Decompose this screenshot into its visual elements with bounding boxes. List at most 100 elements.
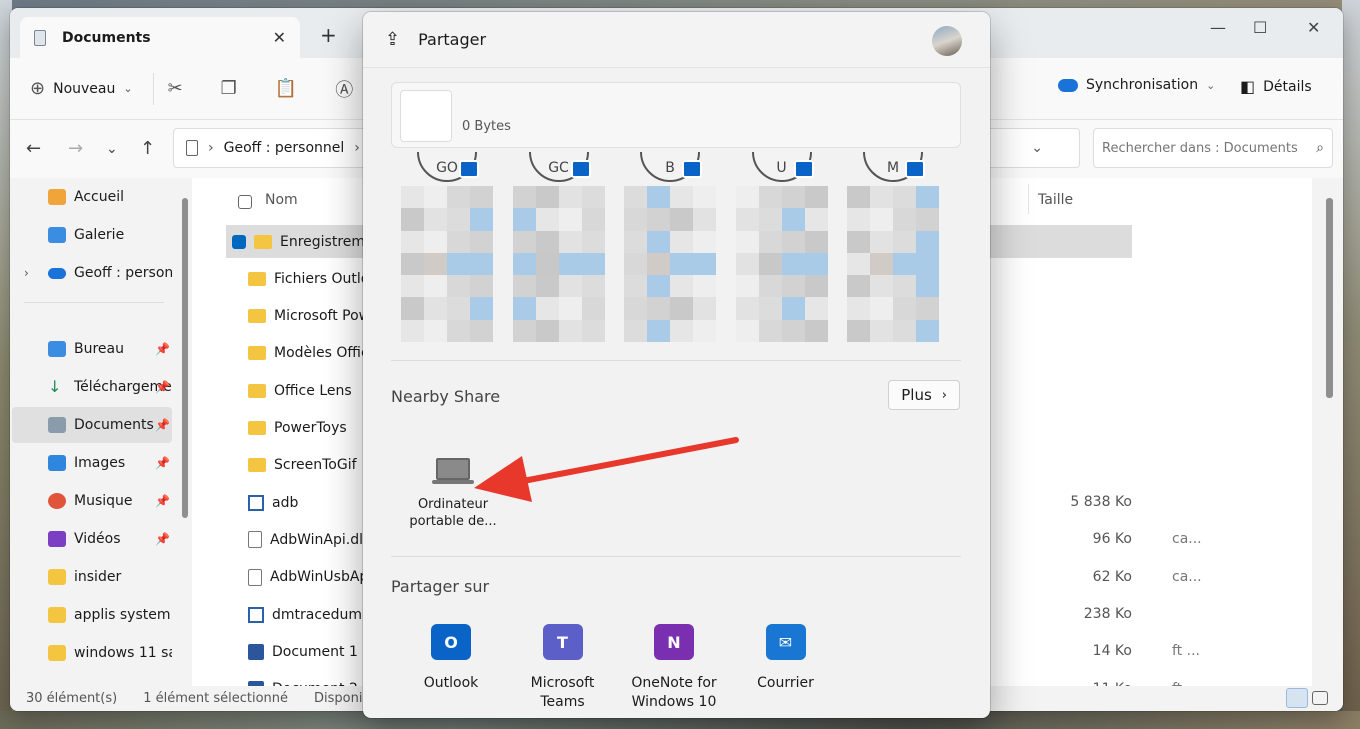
sidebar-item-musique[interactable]: Musique 📌 [12,483,172,519]
search-icon[interactable]: ⌕ [1316,140,1324,156]
blur-pixel [693,230,716,253]
sidebar-item-applis-system[interactable]: applis system [12,597,172,633]
back-arrow-icon[interactable]: ← [26,138,41,159]
blur-pixel [558,297,582,320]
blur-pixel [470,208,493,231]
up-arrow-icon[interactable]: ↑ [140,138,155,159]
pin-icon[interactable]: 📌 [155,494,170,508]
copy-icon[interactable]: ❐ [221,78,237,99]
file-type-truncated: ca... [1172,531,1202,548]
sidebar-item-images[interactable]: Images 📌 [12,445,172,481]
expand-chevron-icon[interactable]: › [24,266,29,280]
file-list-scrollbar[interactable] [1326,198,1333,398]
share-title: Partager [418,30,487,49]
search-box[interactable]: ⌕ [1093,128,1333,168]
minimize-icon[interactable]: — [1210,18,1226,37]
sidebar-item-label: Galerie [74,227,125,243]
blur-pixel [693,275,716,298]
row-checkbox[interactable] [232,234,246,249]
file-name: ScreenToGif [274,457,357,474]
blur-pixel [735,319,759,342]
blur-pixel [735,208,759,231]
desktop-icon [48,341,66,357]
share-dialog: ⇪ Partager 0 Bytes GO GC B U M Nearby Share … [363,12,990,718]
sidebar-divider [24,302,164,303]
sidebar-item-documents[interactable]: Documents 📌 [12,407,172,443]
column-header-size[interactable]: Taille [1038,192,1073,208]
blur-pixel [781,186,805,209]
pin-icon[interactable]: 📌 [155,456,170,470]
device-label-line2: portable de... [409,514,497,529]
details-view-icon[interactable] [1286,688,1308,708]
gallery-icon [48,227,66,243]
blur-pixel [870,252,893,276]
blur-pixel [470,186,493,209]
blur-pixel [670,297,693,320]
app-logo-icon: ✉ [765,624,806,660]
blur-pixel [916,275,939,298]
nearby-device[interactable]: Ordinateur portable de... [403,458,503,530]
blur-pixel [470,319,493,342]
search-input[interactable] [1102,140,1317,156]
pin-icon[interactable]: 📌 [155,342,170,356]
share-app-microsoft[interactable]: T Microsoft Teams [508,624,618,712]
blur-pixel [758,275,782,298]
maximize-icon[interactable]: ☐ [1253,18,1267,37]
new-button[interactable]: ⊕ Nouveau ⌄ [30,78,133,99]
breadcrumb-item[interactable]: Geoff : personnel [224,140,345,156]
avatar[interactable] [932,26,962,56]
contact-suggestion[interactable]: U [735,152,828,342]
blur-pixel [758,208,782,231]
close-window-icon[interactable]: ✕ [1307,18,1320,37]
sidebar-item-videos[interactable]: Vidéos 📌 [12,521,172,557]
sidebar-item-accueil[interactable]: Accueil [12,179,172,215]
sidebar-item-galerie[interactable]: Galerie [12,217,172,253]
blur-pixel [735,297,759,320]
paste-icon[interactable]: 📋 [275,78,297,99]
cut-icon[interactable]: ✂ [168,78,183,99]
blur-pixel [670,208,693,231]
contact-suggestion[interactable]: GO [401,152,493,342]
pin-icon[interactable]: 📌 [155,418,170,432]
blur-pixel [581,252,605,276]
more-button[interactable]: Plus › [888,380,960,410]
contact-suggestion[interactable]: GC [512,152,605,342]
sidebar-item-windows-11[interactable]: windows 11 san [12,635,172,671]
forward-arrow-icon[interactable]: → [68,138,83,159]
sidebar-item-insider[interactable]: insider [12,559,172,595]
sync-label: Synchronisation [1086,77,1199,93]
sidebar-item-telechargements[interactable]: ↓ Téléchargeme 📌 [12,369,172,405]
select-all-checkbox[interactable] [238,195,252,209]
blur-pixel [401,186,424,209]
rename-icon[interactable]: Ⓐ [335,76,353,102]
music-icon [48,493,66,509]
file-thumbnail [400,90,452,142]
address-dropdown-icon[interactable]: ⌄ [1031,140,1043,156]
pin-icon[interactable]: 📌 [155,532,170,546]
pin-icon[interactable]: 📌 [155,380,170,394]
share-app-courrier[interactable]: ✉ Courrier [731,624,841,693]
contact-suggestion[interactable]: M [847,152,939,342]
contact-suggestion[interactable]: B [624,152,716,342]
blur-pixel [512,297,536,320]
sidebar-scrollbar[interactable] [182,198,188,518]
blur-pixel [581,275,605,298]
share-app-onenote-for[interactable]: N OneNote for Windows 10 [619,624,729,712]
application-icon [248,494,264,511]
blur-pixel [512,275,536,298]
column-header-name[interactable]: Nom [265,192,298,208]
new-tab-icon[interactable]: + [320,23,337,47]
sidebar-item-onedrive[interactable]: › Geoff : personne [12,255,172,291]
nearby-share-title: Nearby Share [391,387,501,406]
blur-pixel [624,319,647,342]
recent-chevron-icon[interactable]: ⌄ [106,141,118,157]
details-button[interactable]: ◧ Détails [1240,77,1312,96]
sidebar-item-bureau[interactable]: Bureau 📌 [12,331,172,367]
tab-documents[interactable]: Documents ✕ [20,17,300,58]
tiles-view-icon[interactable] [1312,691,1328,705]
video-icon [48,531,66,547]
folder-icon [248,346,266,361]
close-tab-icon[interactable]: ✕ [273,28,286,47]
share-app-outlook[interactable]: O Outlook [396,624,506,693]
sync-button[interactable]: Synchronisation ⌄ [1058,77,1215,93]
